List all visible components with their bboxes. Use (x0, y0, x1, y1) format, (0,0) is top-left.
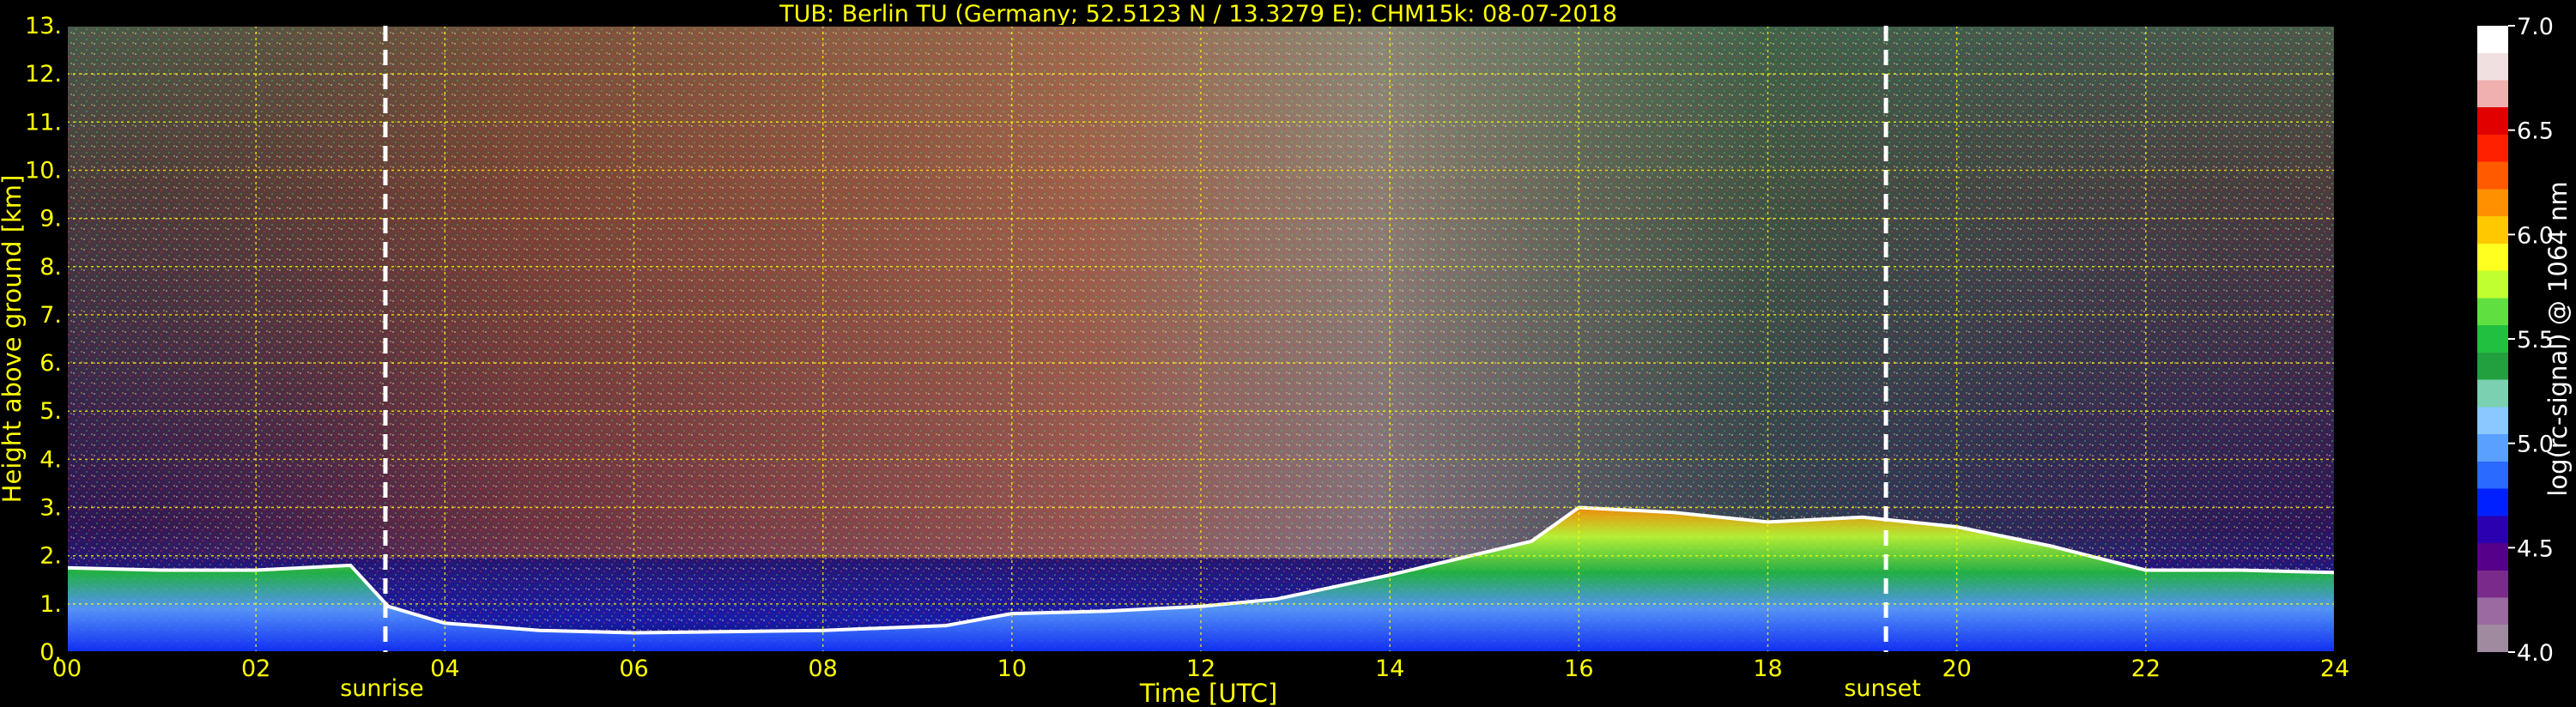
y-tick-label: 11. (25, 109, 62, 136)
y-tick-label: 13. (25, 13, 62, 39)
y-tick-label: 4. (39, 446, 62, 473)
sunset-label: sunset (1844, 675, 1921, 702)
colorbar-label: log(rc-signal) @ 1064 nm (2543, 181, 2573, 496)
y-tick-label: 8. (39, 254, 62, 281)
x-axis-label: Time [UTC] (1139, 679, 1277, 707)
y-axis: 0.1.2.3.4.5.6.7.8.9.10.11.12.13. (25, 13, 62, 666)
x-tick-label: 08 (808, 656, 837, 682)
y-tick-label: 10. (25, 157, 62, 184)
y-tick-label: 2. (39, 543, 62, 570)
lidar-chart: TUB: Berlin TU (Germany; 52.5123 N / 13.… (0, 1, 2573, 707)
x-tick-label: 06 (619, 656, 648, 682)
y-tick-label: 12. (25, 61, 62, 88)
y-tick-label: 3. (39, 495, 62, 522)
colorbar-tick-label: 6.5 (2517, 118, 2554, 145)
chart-title: TUB: Berlin TU (Germany; 52.5123 N / 13.… (779, 1, 1617, 27)
colorbar-tick-label: 7.0 (2517, 14, 2554, 40)
x-tick-label: 16 (1564, 656, 1593, 682)
y-tick-label: 5. (39, 398, 62, 425)
x-tick-label: 24 (2320, 656, 2349, 682)
colorbar-tick-label: 4.5 (2517, 535, 2554, 562)
y-tick-label: 7. (39, 302, 62, 329)
x-tick-label: 14 (1375, 656, 1404, 682)
x-tick-label: 10 (997, 656, 1027, 682)
plot-area (67, 26, 2335, 652)
x-tick-label: 18 (1753, 656, 1782, 682)
x-tick-label: 02 (241, 656, 270, 682)
colorbar-tick-label: 4.0 (2517, 640, 2554, 667)
y-tick-label: 6. (39, 350, 62, 377)
y-tick-label: 1. (39, 591, 62, 618)
x-tick-label: 00 (52, 656, 82, 682)
x-tick-label: 04 (430, 656, 459, 682)
y-axis-label: Height above ground [km] (0, 175, 27, 504)
colorbar (2477, 26, 2508, 652)
x-tick-label: 22 (2131, 656, 2161, 682)
x-tick-label: 20 (1942, 656, 1971, 682)
y-tick-label: 9. (39, 206, 62, 233)
sunrise-label: sunrise (340, 675, 424, 702)
